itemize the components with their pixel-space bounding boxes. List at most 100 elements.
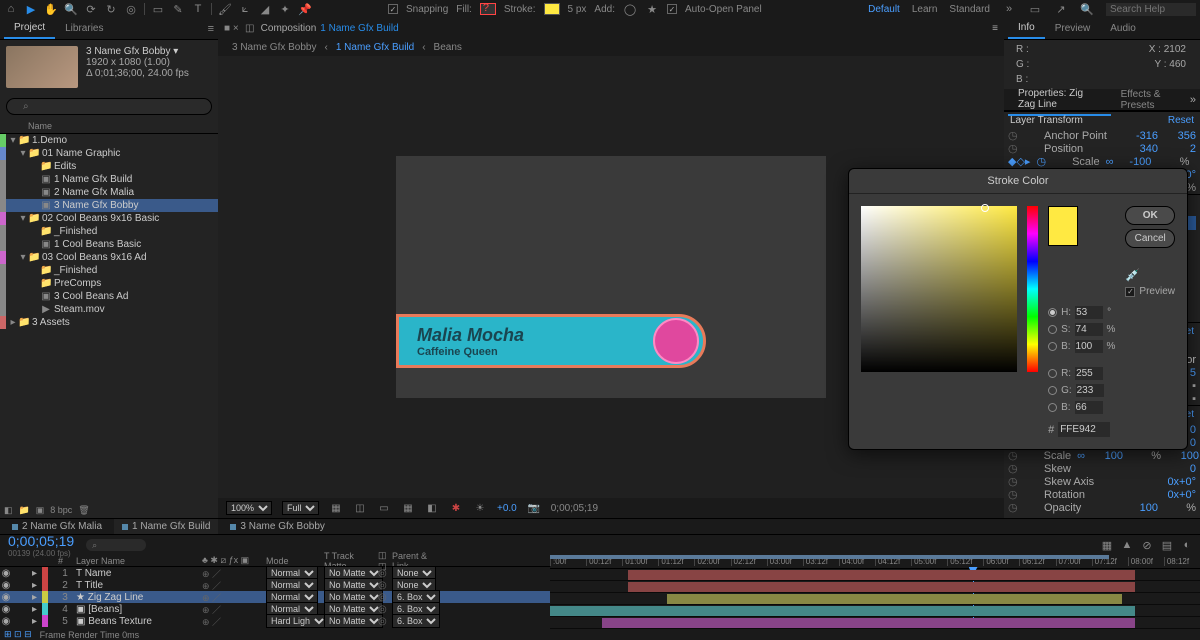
timeline-layer-row[interactable]: ◉▸5▣ Beans Texture⊕ ／Hard LighNo Matte◎6… (0, 615, 550, 627)
orbit-tool-icon[interactable]: ⟳ (84, 2, 98, 16)
tree-item[interactable]: ▾📁1.Demo (0, 134, 218, 147)
work-area[interactable] (550, 555, 1109, 559)
panel-menu-icon[interactable]: ≡ (208, 23, 214, 35)
b-radio[interactable] (1048, 342, 1057, 351)
workspace-default[interactable]: Default (868, 4, 900, 15)
h-input[interactable] (1075, 306, 1103, 319)
crumb-2[interactable]: 1 Name Gfx Build (336, 42, 414, 53)
camera-tool-icon[interactable]: ◎ (124, 2, 138, 16)
tree-item[interactable]: 📁PreComps (0, 277, 218, 290)
g-radio[interactable] (1048, 386, 1057, 395)
tree-item[interactable]: ▣1 Name Gfx Build (0, 173, 218, 186)
layer-bar[interactable] (628, 582, 1135, 592)
tree-item[interactable]: ▣3 Cool Beans Ad (0, 290, 218, 303)
workspace-standard[interactable]: Standard (949, 4, 990, 15)
timeline-tab[interactable]: 3 Name Gfx Bobby (222, 519, 332, 534)
layer-bar[interactable] (550, 606, 1135, 616)
bb-radio[interactable] (1048, 403, 1057, 412)
reset-link[interactable]: Reset (1168, 115, 1194, 126)
stopwatch-icon[interactable]: ◷ (1036, 155, 1046, 168)
layer-bar[interactable] (628, 570, 1135, 580)
snapshot-icon[interactable]: 📷 (527, 501, 541, 515)
timeline-track[interactable] (550, 605, 1200, 617)
tab-info[interactable]: Info (1008, 18, 1045, 39)
stamp-tool-icon[interactable]: ⟀ (238, 2, 252, 16)
resolution-select[interactable]: Full (282, 501, 319, 515)
grid-icon[interactable]: ▦ (329, 501, 343, 515)
home-icon[interactable]: ⌂ (4, 2, 18, 16)
stopwatch-icon[interactable]: ◷ (1008, 129, 1018, 142)
exposure-icon[interactable]: ☀ (473, 501, 487, 515)
zoom-select[interactable]: 100% (226, 501, 272, 515)
bpc-label[interactable]: 8 bpc (50, 505, 72, 515)
pen-tool-icon[interactable]: ✎ (171, 2, 185, 16)
tree-item[interactable]: ▸📁3 Assets (0, 316, 218, 329)
timeline-track[interactable] (550, 581, 1200, 593)
hex-input[interactable] (1058, 422, 1110, 437)
tab-preview[interactable]: Preview (1045, 19, 1101, 38)
tl-graph-icon[interactable]: ▤ (1160, 538, 1174, 552)
stopwatch-icon[interactable]: ◷ (1008, 449, 1018, 462)
saturation-value-picker[interactable] (861, 206, 1017, 372)
draft-icon[interactable]: ✱ (449, 501, 463, 515)
ok-button[interactable]: OK (1125, 206, 1175, 225)
stopwatch-icon[interactable]: ◷ (1008, 488, 1018, 501)
link-icon[interactable]: ∞ (1077, 450, 1085, 462)
trash-icon[interactable]: 🗑 (78, 505, 89, 516)
tl-shy-icon[interactable]: ▲ (1120, 538, 1134, 552)
timeline-tab[interactable]: 1 Name Gfx Build (114, 519, 218, 534)
tree-item[interactable]: ▾📁02 Cool Beans 9x16 Basic (0, 212, 218, 225)
add-menu-icon[interactable]: ◯ (623, 2, 637, 16)
crumb-1[interactable]: 3 Name Gfx Bobby (232, 42, 316, 53)
timeline-track[interactable] (550, 617, 1200, 629)
3d-icon[interactable]: ◧ (425, 501, 439, 515)
g-input[interactable] (1076, 384, 1104, 397)
comp-new-icon[interactable]: ▣ (36, 505, 45, 516)
fill-swatch[interactable]: ? (480, 3, 496, 15)
toggle-switches-icon[interactable]: ⊞ ⊡ ⊟ (4, 629, 32, 640)
tree-item[interactable]: 📁Edits (0, 160, 218, 173)
workspace-learn[interactable]: Learn (912, 4, 938, 15)
folder-icon[interactable]: 📁 (19, 505, 30, 516)
join-bevel-icon[interactable]: ▪ (1192, 393, 1196, 405)
eye-icon[interactable]: ◉ (0, 568, 12, 579)
stroke-swatch[interactable] (544, 3, 560, 15)
eye-icon[interactable]: ◉ (0, 592, 12, 603)
eyedropper-icon[interactable]: 💉 (1125, 268, 1175, 282)
auto-open-checkbox[interactable] (667, 4, 677, 14)
comp-current[interactable]: 1 Name Gfx Build (320, 23, 398, 34)
comp-menu-icon[interactable]: ≡ (992, 23, 998, 34)
transparency-icon[interactable]: ▦ (401, 501, 415, 515)
zoom-tool-icon[interactable]: 🔍 (64, 2, 78, 16)
stopwatch-icon[interactable]: ◷ (1008, 475, 1018, 488)
s-radio[interactable] (1048, 325, 1057, 334)
exposure-val[interactable]: +0.0 (497, 503, 517, 514)
link-icon[interactable]: ∞ (1106, 156, 1114, 168)
rect-tool-icon[interactable]: ▭ (151, 2, 165, 16)
tree-item[interactable]: ▣2 Name Gfx Malia (0, 186, 218, 199)
b-input[interactable] (1075, 340, 1103, 353)
tree-item[interactable]: ▶Steam.mov (0, 303, 218, 316)
r-input[interactable] (1075, 367, 1103, 380)
star-icon[interactable]: ★ (645, 2, 659, 16)
hue-slider[interactable] (1027, 206, 1038, 372)
rotate-tool-icon[interactable]: ↻ (104, 2, 118, 16)
search-help-input[interactable] (1106, 3, 1196, 16)
cap-square-icon[interactable]: ▪ (1192, 380, 1196, 392)
tree-item[interactable]: ▣1 Cool Beans Basic (0, 238, 218, 251)
stopwatch-icon[interactable]: ◷ (1008, 501, 1018, 514)
timeline-track[interactable] (550, 569, 1200, 581)
bb-input[interactable] (1075, 401, 1103, 414)
stopwatch-icon[interactable]: ◷ (1008, 142, 1018, 155)
cancel-button[interactable]: Cancel (1125, 229, 1175, 248)
stopwatch-icon[interactable]: ◷ (1008, 462, 1018, 475)
hand-tool-icon[interactable]: ✋ (44, 2, 58, 16)
eye-icon[interactable]: ◉ (0, 580, 12, 591)
h-radio[interactable] (1048, 308, 1057, 317)
roto-tool-icon[interactable]: ✦ (278, 2, 292, 16)
region-icon[interactable]: ▭ (377, 501, 391, 515)
preview-checkbox[interactable] (1125, 287, 1135, 297)
overflow-icon[interactable]: » (1002, 2, 1016, 16)
reset-workspace-icon[interactable]: ▭ (1028, 2, 1042, 16)
tab-project[interactable]: Project (4, 18, 55, 39)
